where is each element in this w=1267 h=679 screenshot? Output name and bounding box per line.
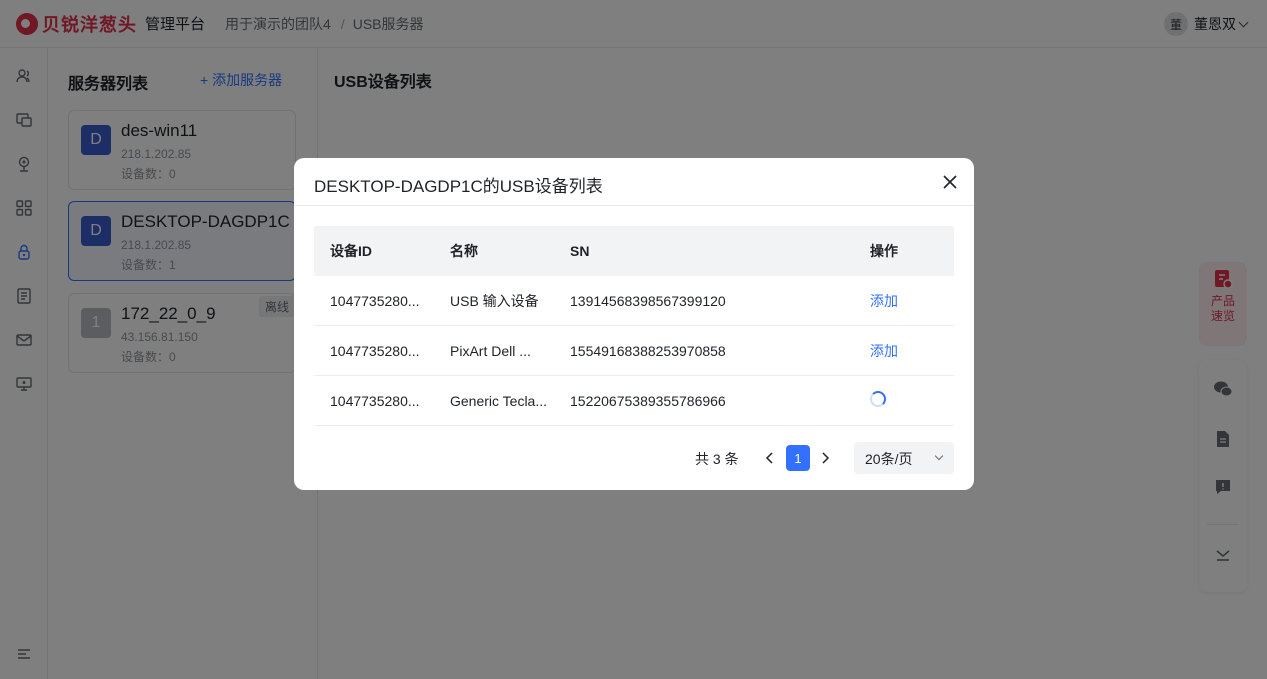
column-header-name: 名称 [450, 243, 478, 259]
cell-sn: 15220675389355786966 [570, 392, 726, 409]
add-device-button[interactable]: 添加 [870, 291, 930, 311]
column-header-device-id: 设备ID [330, 243, 372, 259]
loading-spinner-icon [870, 391, 886, 407]
table-header: 设备ID 名称 SN 操作 [314, 226, 954, 276]
close-icon[interactable] [940, 172, 960, 192]
add-device-button[interactable]: 添加 [870, 341, 930, 361]
loading-action [870, 391, 930, 410]
modal-header: DESKTOP-DAGDP1C的USB设备列表 [294, 158, 974, 206]
cell-sn: 13914568398567399120 [570, 292, 726, 309]
pagination-total: 共 3 条 [695, 451, 739, 467]
chevron-right-icon[interactable] [818, 450, 832, 466]
cell-sn: 15549168388253970858 [570, 342, 726, 359]
pagination: 共 3 条 1 20条/页 [294, 442, 974, 474]
table-row: 1047735280... Generic Tecla... 152206753… [314, 376, 954, 426]
usb-device-table: 设备ID 名称 SN 操作 1047735280... USB 输入设备 139… [314, 226, 954, 426]
cell-device-id: 1047735280... [330, 392, 420, 409]
modal-title: DESKTOP-DAGDP1C的USB设备列表 [314, 177, 603, 196]
chevron-left-icon[interactable] [763, 450, 777, 466]
cell-device-id: 1047735280... [330, 292, 420, 309]
cell-name: USB 输入设备 [450, 292, 539, 309]
table-row: 1047735280... USB 输入设备 13914568398567399… [314, 276, 954, 326]
page-size-select[interactable]: 20条/页 [854, 442, 954, 474]
cell-name: PixArt Dell ... [450, 342, 531, 359]
chevron-down-icon [934, 451, 944, 461]
table-row: 1047735280... PixArt Dell ... 1554916838… [314, 326, 954, 376]
cell-name: Generic Tecla... [450, 392, 548, 409]
usb-device-modal: DESKTOP-DAGDP1C的USB设备列表 设备ID 名称 SN 操作 10… [294, 158, 974, 490]
page-button-1[interactable]: 1 [786, 445, 810, 471]
column-header-sn: SN [570, 243, 590, 259]
cell-device-id: 1047735280... [330, 342, 420, 359]
column-header-action: 操作 [870, 243, 898, 259]
page-size-value: 20条/页 [865, 451, 913, 467]
